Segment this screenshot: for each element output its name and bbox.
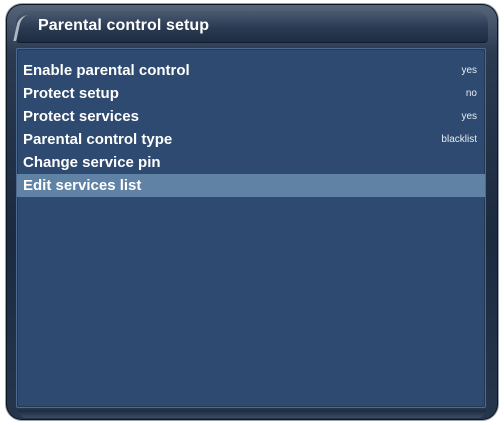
menu-item-edit-services-list[interactable]: Edit services list bbox=[17, 174, 485, 197]
menu-item-parental-control-type[interactable]: Parental control type blacklist bbox=[17, 128, 485, 151]
menu-item-label: Parental control type bbox=[23, 131, 173, 148]
menu-item-value: no bbox=[465, 88, 477, 99]
menu-item-value: blacklist bbox=[441, 134, 477, 145]
frame-bottom-edge bbox=[18, 410, 486, 418]
menu-item-change-service-pin[interactable]: Change service pin bbox=[17, 151, 485, 174]
menu-item-protect-services[interactable]: Protect services yes bbox=[17, 105, 485, 128]
menu-item-enable-parental-control[interactable]: Enable parental control yes bbox=[17, 59, 485, 82]
menu-item-protect-setup[interactable]: Protect setup no bbox=[17, 82, 485, 105]
title-bar: Parental control setup bbox=[13, 11, 488, 43]
menu-item-label: Enable parental control bbox=[23, 62, 190, 79]
menu-item-value: yes bbox=[461, 111, 477, 122]
menu-item-label: Protect services bbox=[23, 108, 139, 125]
dialog-title: Parental control setup bbox=[38, 17, 210, 34]
settings-menu: Enable parental control yes Protect setu… bbox=[17, 59, 485, 197]
menu-item-value: yes bbox=[461, 65, 477, 76]
title-accent-decoration bbox=[13, 15, 35, 41]
dialog-frame: Parental control setup Enable parental c… bbox=[6, 4, 498, 420]
menu-item-label: Protect setup bbox=[23, 85, 119, 102]
menu-item-label: Change service pin bbox=[23, 154, 161, 171]
menu-panel: Enable parental control yes Protect setu… bbox=[16, 48, 486, 408]
menu-item-label: Edit services list bbox=[23, 177, 142, 194]
